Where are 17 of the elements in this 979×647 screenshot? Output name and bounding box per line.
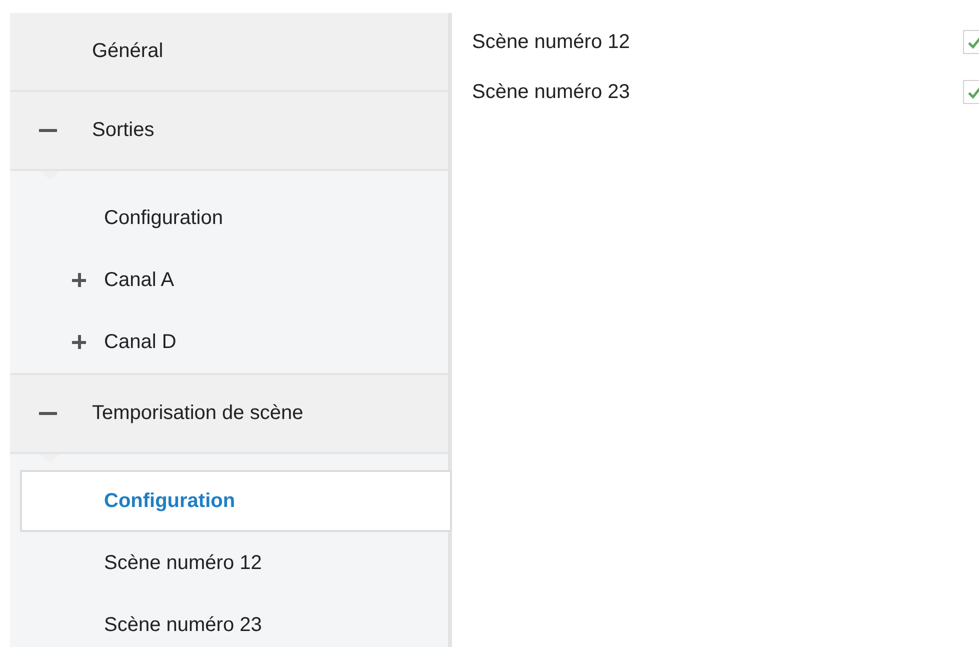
collapse-icon[interactable] xyxy=(39,128,57,132)
sidebar-item[interactable]: Scène numéro 23 xyxy=(10,594,448,647)
sidebar-item[interactable]: Canal A xyxy=(10,249,448,311)
check-icon xyxy=(967,35,979,49)
setting-label: Scène numéro 23 xyxy=(472,80,630,104)
group-label: Général xyxy=(92,40,164,63)
check-icon xyxy=(967,85,979,99)
sidebar-item[interactable]: Canal D xyxy=(10,311,448,373)
group-label: Sorties xyxy=(92,119,154,142)
expand-icon[interactable] xyxy=(72,335,86,349)
group-label: Temporisation de scène xyxy=(92,402,304,425)
collapse-icon[interactable] xyxy=(39,412,57,416)
setting-label: Scène numéro 12 xyxy=(472,30,630,54)
sidebar-item[interactable]: Configuration xyxy=(20,470,452,532)
sidebar-item[interactable]: Configuration xyxy=(10,187,448,249)
sidebar-item[interactable]: Scène numéro 12 xyxy=(10,532,448,594)
expand-icon[interactable] xyxy=(72,273,86,287)
